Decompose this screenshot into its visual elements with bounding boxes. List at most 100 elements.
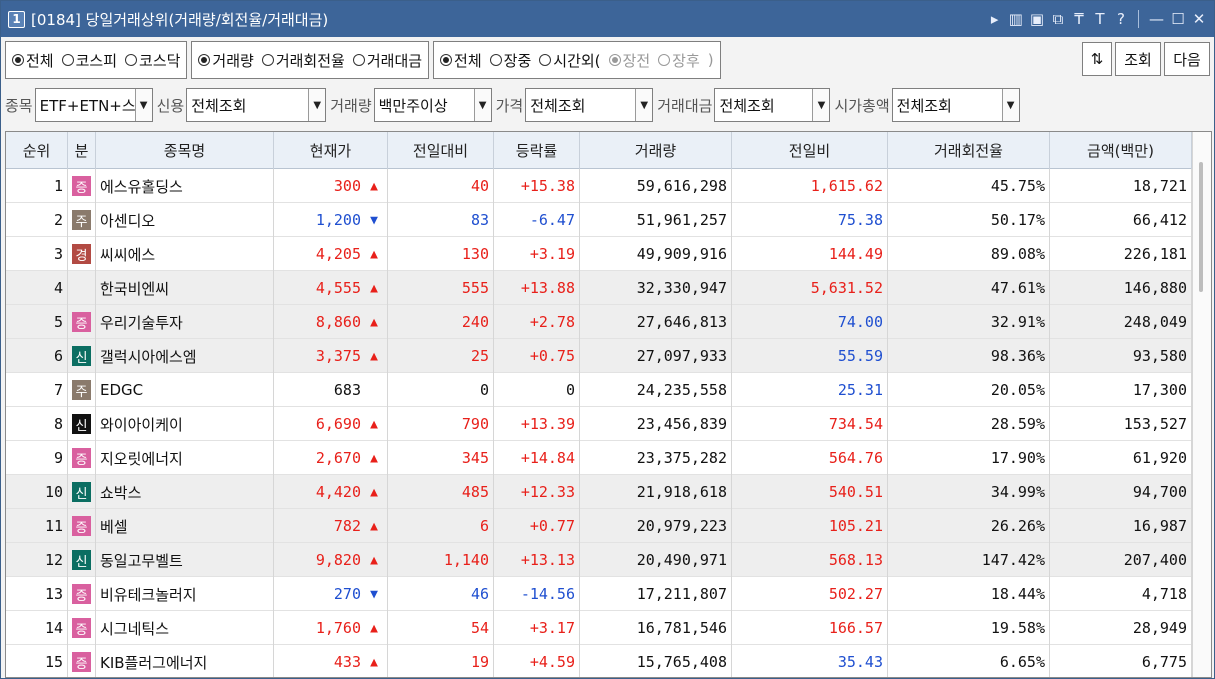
rate-cell: +13.39 <box>494 407 580 441</box>
link-window-icon[interactable]: ▣ <box>1030 10 1044 28</box>
stock-name-cell[interactable]: 시그네틱스 <box>96 611 274 645</box>
afterhours-radio[interactable]: 장후 <box>658 50 700 71</box>
filter-select[interactable]: 전체조회 ▼ <box>525 88 654 122</box>
memo-icon[interactable]: ▥ <box>1009 10 1023 28</box>
stock-name-cell[interactable]: 와이아이케이 <box>96 407 274 441</box>
filter-select[interactable]: 전체조회 ▼ <box>714 88 831 122</box>
table-row[interactable]: 4 한국비엔씨 4,555 ▲ 555 +13.88 32,330,947 5,631.52 4… <box>6 271 1192 305</box>
change-cell: 130 <box>388 237 494 271</box>
sort-radio-label: 거래량 <box>212 51 254 70</box>
table-row[interactable]: 13 증 비유테크놀러지 270 ▼ 46 -14.56 17,211,807 502.27 18… <box>6 577 1192 611</box>
column-header[interactable]: 전일대비 <box>388 132 494 169</box>
market-radio[interactable]: 코스피 <box>61 50 117 71</box>
column-header[interactable]: 순위 <box>6 132 68 169</box>
stock-name-cell[interactable]: 지오릿에너지 <box>96 441 274 475</box>
stock-name-cell[interactable]: 쇼박스 <box>96 475 274 509</box>
table-row[interactable]: 15 증 KIB플러그에너지 433 ▲ 19 +4.59 15,765,408 35.43 6.… <box>6 645 1192 677</box>
column-header[interactable]: 전일비 <box>732 132 888 169</box>
session-radio[interactable]: 시간외( <box>539 50 601 71</box>
next-button[interactable]: 다음 <box>1164 42 1210 76</box>
vertical-scrollbar[interactable] <box>1192 132 1211 677</box>
category-cell: 주 <box>68 373 96 407</box>
table-row[interactable]: 12 신 동일고무벨트 9,820 ▲ 1,140 +13.13 20,490,971 568.… <box>6 543 1192 577</box>
column-header[interactable]: 분 <box>68 132 96 169</box>
table-row[interactable]: 3 경 씨씨에스 4,205 ▲ 130 +3.19 49,909,916 144.49 89.0… <box>6 237 1192 271</box>
font-size-icon[interactable]: T <box>1093 10 1107 28</box>
table-row[interactable]: 11 증 베셀 782 ▲ 6 +0.77 20,979,223 105.21 26.26% 16,… <box>6 509 1192 543</box>
toolbar-divider <box>1138 10 1139 28</box>
volume-ratio-cell: 75.38 <box>732 203 888 237</box>
turnover-cell: 32.91% <box>888 305 1050 339</box>
column-header[interactable]: 등락률 <box>494 132 580 169</box>
table-row[interactable]: 8 신 와이아이케이 6,690 ▲ 790 +13.39 23,456,839 734.54 2… <box>6 407 1192 441</box>
session-radio[interactable]: 전체 <box>440 50 482 71</box>
scrollbar-thumb[interactable] <box>1199 162 1203 292</box>
stock-name-cell[interactable]: 우리기술투자 <box>96 305 274 339</box>
column-header[interactable]: 거래회전율 <box>888 132 1050 169</box>
stock-name-cell[interactable]: 에스유홀딩스 <box>96 169 274 203</box>
price-cell: 270 ▼ <box>274 577 388 611</box>
stock-name-cell[interactable]: 비유테크놀러지 <box>96 577 274 611</box>
stock-name-cell[interactable]: 갤럭시아에스엠 <box>96 339 274 373</box>
stock-name-cell[interactable]: 동일고무벨트 <box>96 543 274 577</box>
query-button[interactable]: 조회 <box>1115 42 1161 76</box>
market-badge: 증 <box>72 312 91 332</box>
copy-window-icon[interactable]: ⧉ <box>1051 10 1065 28</box>
filter-select-value: 백만주이상 <box>378 96 448 115</box>
close-icon[interactable]: ✕ <box>1192 10 1206 28</box>
chevron-down-icon[interactable]: ▼ <box>635 89 653 121</box>
stock-name-cell[interactable]: 한국비엔씨 <box>96 271 274 305</box>
stock-name-cell[interactable]: 씨씨에스 <box>96 237 274 271</box>
column-header[interactable]: 거래량 <box>580 132 732 169</box>
chevron-down-icon[interactable]: ▼ <box>308 89 326 121</box>
column-header[interactable]: 종목명 <box>96 132 274 169</box>
market-radio[interactable]: 코스닥 <box>125 50 180 71</box>
sort-radio[interactable]: 거래대금 <box>352 50 422 71</box>
table-row[interactable]: 9 증 지오릿에너지 2,670 ▲ 345 +14.84 23,375,282 564.76 1… <box>6 441 1192 475</box>
session-radio[interactable]: 장중 <box>489 50 531 71</box>
window-number[interactable]: 1 <box>8 10 25 28</box>
stock-name-cell[interactable]: EDGC <box>96 373 274 407</box>
maximize-icon[interactable]: ☐ <box>1171 10 1185 28</box>
help-icon[interactable]: ? <box>1114 10 1128 28</box>
filter-select[interactable]: 전체조회 ▼ <box>891 88 1020 122</box>
sort-radio[interactable]: 거래회전율 <box>261 50 345 71</box>
table-row[interactable]: 14 증 시그네틱스 1,760 ▲ 54 +3.17 16,781,546 166.57 19.… <box>6 611 1192 645</box>
chevron-down-icon[interactable]: ▼ <box>1001 89 1019 121</box>
table-row[interactable]: 10 신 쇼박스 4,420 ▲ 485 +12.33 21,918,618 540.51 34.… <box>6 475 1192 509</box>
rank-cell: 9 <box>6 441 68 475</box>
afterhours-radio[interactable]: 장전 <box>608 50 650 71</box>
filter-select[interactable]: ETF+ETN+스 ▼ <box>34 88 153 122</box>
table-body: 1 증 에스유홀딩스 300 ▲ 40 +15.38 59,616,298 1,615.62 45… <box>6 169 1192 677</box>
rate-cell: +14.84 <box>494 441 580 475</box>
stock-name-cell[interactable]: KIB플러그에너지 <box>96 645 274 677</box>
play-icon[interactable]: ▸ <box>988 10 1002 28</box>
column-header[interactable]: 금액(백만) <box>1050 132 1192 169</box>
chevron-down-icon[interactable]: ▼ <box>473 89 491 121</box>
stock-name-cell[interactable]: 아센디오 <box>96 203 274 237</box>
turnover-cell: 50.17% <box>888 203 1050 237</box>
filter-select[interactable]: 백만주이상 ▼ <box>373 88 492 122</box>
table-row[interactable]: 1 증 에스유홀딩스 300 ▲ 40 +15.38 59,616,298 1,615.62 45… <box>6 169 1192 203</box>
amount-cell: 4,718 <box>1050 577 1192 611</box>
filter-select[interactable]: 전체조회 ▼ <box>186 88 327 122</box>
chevron-down-icon[interactable]: ▼ <box>134 89 152 121</box>
title-bar[interactable]: 1 [0184] 당일거래상위(거래량/회전율/거래대금) ▸ ▥ ▣ ⧉ ₸ … <box>1 1 1214 37</box>
table-row[interactable]: 7 주 EDGC 683 0 0 24,235,558 25.31 20.05% 17,300 <box>6 373 1192 407</box>
refresh-toggle-button[interactable]: ⇅ <box>1082 42 1112 76</box>
table-row[interactable]: 6 신 갤럭시아에스엠 3,375 ▲ 25 +0.75 27,097,933 55.59 98.… <box>6 339 1192 373</box>
market-radio[interactable]: 전체 <box>12 50 54 71</box>
arrow-up-icon: ▲ <box>370 280 378 296</box>
table-row[interactable]: 5 증 우리기술투자 8,860 ▲ 240 +2.78 27,646,813 74.00 32.… <box>6 305 1192 339</box>
table-row[interactable]: 2 주 아센디오 1,200 ▼ 83 -6.47 51,961,257 75.38 50.17%… <box>6 203 1192 237</box>
rank-cell: 2 <box>6 203 68 237</box>
price-value: 1,760 <box>315 619 361 637</box>
minimize-icon[interactable]: — <box>1149 10 1164 28</box>
pin-icon[interactable]: ₸ <box>1072 10 1086 28</box>
stock-name-cell[interactable]: 베셀 <box>96 509 274 543</box>
chevron-down-icon[interactable]: ▼ <box>812 89 830 121</box>
column-header[interactable]: 현재가 <box>274 132 388 169</box>
sort-radio[interactable]: 거래량 <box>198 50 254 71</box>
radio-circle-icon <box>608 54 621 66</box>
market-badge: 경 <box>72 244 91 264</box>
